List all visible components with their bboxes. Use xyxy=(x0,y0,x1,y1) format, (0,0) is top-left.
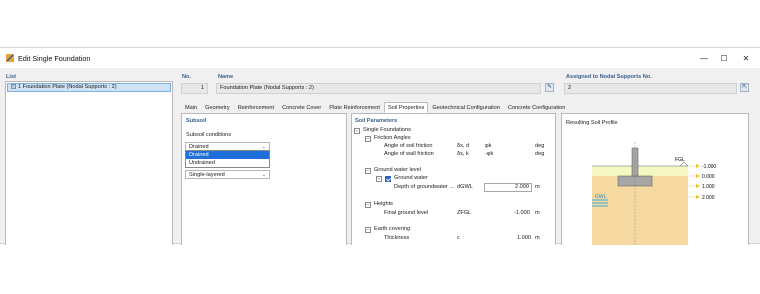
option-undrained[interactable]: Undrained xyxy=(186,159,269,167)
level-marker xyxy=(696,174,700,178)
ground-water-level-group: Ground water level xyxy=(374,167,421,173)
layering-select[interactable]: Single-layered ⌄ xyxy=(185,170,270,179)
assigned-field[interactable]: 2 xyxy=(564,83,737,94)
collapse-icon[interactable]: − xyxy=(376,176,382,182)
heights-group: Heights xyxy=(374,201,393,207)
name-label: Name xyxy=(218,74,234,80)
level-label: 0.000 xyxy=(702,174,715,180)
friction-angles-group: Friction Angles xyxy=(374,135,411,141)
wall-friction-value[interactable]: -φk xyxy=(485,151,493,159)
collapse-icon[interactable]: − xyxy=(365,136,371,142)
subsoil-conditions-label: Subsoil conditions xyxy=(186,132,232,138)
collapse-icon[interactable]: − xyxy=(354,128,360,134)
edit-name-icon[interactable]: ✎ xyxy=(545,83,554,92)
thickness-symbol: c xyxy=(457,235,460,241)
list-item[interactable]: 1 Foundation Plate (Nodal Supports : 2) xyxy=(7,83,171,92)
level-label: 1.000 xyxy=(702,184,715,190)
earth-covering-group: Earth covering xyxy=(374,226,411,232)
tab-soil-properties[interactable]: Soil Properties xyxy=(383,102,429,113)
groundwater-depth-input[interactable]: 2.000 xyxy=(484,183,532,192)
window-title: Edit Single Foundation xyxy=(18,54,91,63)
soil-friction-label: Angle of soil friction xyxy=(384,143,433,149)
thickness-label: Thickness xyxy=(384,235,410,241)
tab-main[interactable]: Main xyxy=(181,102,201,113)
collapse-icon[interactable]: − xyxy=(365,227,371,233)
groundwater-depth-symbol: dGWL xyxy=(457,184,473,190)
soil-layer xyxy=(592,176,688,245)
tab-plate-reinforcement[interactable]: Plate Reinforcement xyxy=(325,102,384,113)
soil-profile-diagram: FGL GWL -1.000 0.000 1.000 2.000 xyxy=(592,142,716,245)
soil-friction-symbol: δs, d xyxy=(457,143,470,149)
tab-concrete-cover[interactable]: Concrete Cover xyxy=(278,102,325,113)
option-drained[interactable]: Drained xyxy=(186,151,269,159)
final-ground-level-symbol: ZFGL xyxy=(457,210,472,216)
subsoil-header: Subsoil xyxy=(186,118,207,124)
level-marker xyxy=(696,184,700,188)
thickness-unit: m xyxy=(535,235,540,241)
tree-root: Single Foundations xyxy=(363,127,411,133)
name-field[interactable]: Foundation Plate (Nodal Supports : 2) xyxy=(216,83,541,94)
final-ground-level-label: Final ground level xyxy=(384,210,429,216)
soil-parameters-header: Soil Parameters xyxy=(355,118,398,124)
plate-icon xyxy=(11,84,16,90)
list-panel: 1 Foundation Plate (Nodal Supports : 2) xyxy=(5,81,173,245)
list-item-label: 1 Foundation Plate (Nodal Supports : 2) xyxy=(18,84,117,90)
level-label: -1.000 xyxy=(702,164,716,170)
minimize-button[interactable]: — xyxy=(694,51,714,65)
wall-friction-unit: deg xyxy=(535,151,545,157)
no-field[interactable]: 1 xyxy=(181,83,208,94)
edit-single-foundation-dialog: Edit Single Foundation — ☐ ✕ List 1 Foun… xyxy=(0,47,760,245)
groundwater-depth-unit: m xyxy=(535,184,540,190)
earth-cover-layer xyxy=(592,166,688,176)
maximize-button[interactable]: ☐ xyxy=(714,51,734,65)
wall-friction-label: Angle of wall friction xyxy=(384,151,434,157)
final-ground-level-unit: m xyxy=(535,210,540,216)
level-markers: -1.000 0.000 1.000 2.000 xyxy=(688,164,716,201)
no-label: No. xyxy=(182,74,192,80)
subsoil-conditions-dropdown: Drained Undrained xyxy=(185,150,270,168)
final-ground-level-value[interactable]: -1.000 xyxy=(514,210,530,218)
thickness-value[interactable]: 1.000 xyxy=(517,235,531,243)
groundwater-depth-label: Depth of groundwater ... xyxy=(394,184,455,190)
collapse-icon[interactable]: − xyxy=(365,202,371,208)
app-icon xyxy=(5,53,15,63)
assigned-label: Assigned to Nodal Supports No. xyxy=(566,74,652,80)
collapse-icon[interactable]: − xyxy=(365,168,371,174)
ground-water-checkbox[interactable] xyxy=(385,176,391,182)
level-label: 2.000 xyxy=(702,195,715,201)
tab-concrete-configuration[interactable]: Concrete Configuration xyxy=(504,102,570,113)
tab-geotechnical-configuration[interactable]: Geotechnical Configuration xyxy=(428,102,503,113)
ground-water-label: Ground water xyxy=(394,175,428,181)
soil-parameters-tree: − Single Foundations − Friction Angles A… xyxy=(352,127,555,245)
wall-friction-symbol: δs, k xyxy=(457,151,469,157)
level-marker xyxy=(696,164,700,168)
list-header: List xyxy=(6,74,16,80)
tab-bar: Main Geometry Reinforcement Concrete Cov… xyxy=(181,102,569,113)
soil-friction-unit: deg xyxy=(535,143,545,149)
title-bar: Edit Single Foundation — ☐ ✕ xyxy=(0,48,760,68)
tab-reinforcement[interactable]: Reinforcement xyxy=(234,102,278,113)
fgl-label: FGL xyxy=(675,157,685,163)
layering-value: Single-layered xyxy=(189,172,225,178)
level-marker xyxy=(696,195,700,199)
soil-friction-value[interactable]: φk xyxy=(485,143,491,151)
gwl-label: GWL xyxy=(595,194,607,200)
tab-geometry[interactable]: Geometry xyxy=(201,102,234,113)
chevron-down-icon: ⌄ xyxy=(261,172,266,178)
select-nodal-supports-icon[interactable]: ⇱ xyxy=(740,83,749,92)
close-button[interactable]: ✕ xyxy=(736,51,756,65)
